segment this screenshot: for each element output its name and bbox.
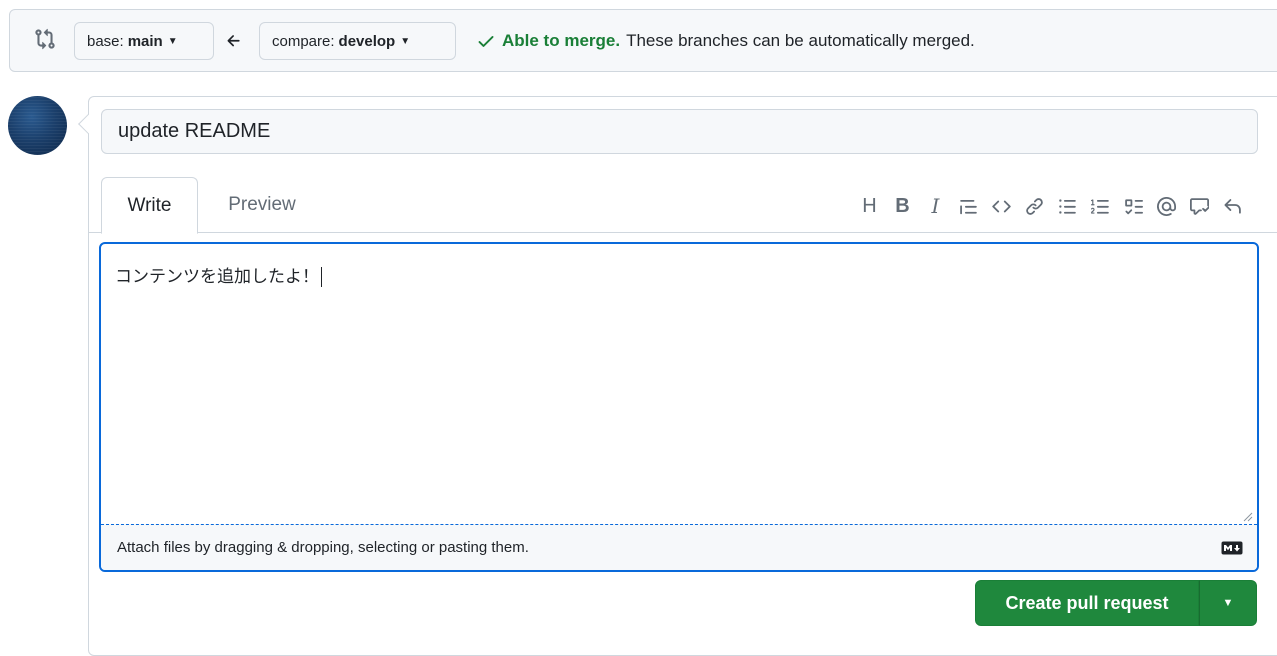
compare-bar: base: main ▼ compare: develop ▼ Able to … — [9, 9, 1277, 72]
quote-icon — [960, 199, 977, 214]
merge-message: These branches can be automatically merg… — [626, 31, 975, 50]
mention-button[interactable] — [1150, 193, 1183, 219]
merge-ok-text: Able to merge. — [502, 31, 621, 50]
undo-button[interactable] — [1216, 193, 1249, 219]
markdown-toolbar: H B I — [853, 193, 1249, 219]
pull-request-form: update README Write Preview H B I コンテンツを… — [78, 96, 1277, 656]
code-button[interactable] — [985, 193, 1018, 219]
heading-button[interactable]: H — [853, 193, 886, 219]
git-compare-icon — [35, 28, 55, 50]
create-pull-request-button[interactable]: Create pull request — [975, 580, 1199, 626]
avatar[interactable] — [8, 96, 67, 155]
base-branch-select[interactable]: base: main ▼ — [74, 22, 214, 60]
caret-down-icon: ▼ — [167, 35, 178, 47]
task-list-button[interactable] — [1117, 193, 1150, 219]
undo-icon — [1224, 198, 1241, 214]
ordered-list-button[interactable] — [1084, 193, 1117, 219]
reference-icon — [1190, 197, 1209, 215]
base-prefix: base: — [87, 32, 124, 50]
arrow-left-icon — [227, 35, 240, 47]
compare-branch-select[interactable]: compare: develop ▼ — [259, 22, 456, 60]
task-list-icon — [1125, 198, 1143, 214]
resize-grip-icon[interactable] — [1241, 510, 1253, 522]
submit-options-button[interactable]: ▼ — [1199, 580, 1257, 626]
file-attachment-bar[interactable]: Attach files by dragging & dropping, sel… — [101, 524, 1257, 570]
bold-button[interactable]: B — [886, 193, 919, 219]
compare-prefix: compare: — [272, 32, 335, 50]
unordered-list-button[interactable] — [1051, 193, 1084, 219]
link-icon — [1026, 197, 1043, 215]
check-icon — [478, 36, 494, 47]
link-button[interactable] — [1018, 193, 1051, 219]
title-input[interactable]: update README — [101, 109, 1258, 154]
merge-status: Able to merge. These branches can be aut… — [476, 31, 975, 51]
ordered-list-icon — [1091, 198, 1109, 214]
comment-body-value: コンテンツを追加したよ！ — [115, 267, 319, 287]
caret-down-icon: ▼ — [400, 35, 411, 47]
tab-write[interactable]: Write — [101, 177, 198, 234]
submit-group: Create pull request ▼ — [975, 580, 1257, 626]
comment-body-text[interactable]: コンテンツを追加したよ！ — [115, 262, 322, 287]
compare-branch-name: develop — [338, 32, 396, 50]
markdown-icon[interactable] — [1221, 541, 1243, 555]
attach-hint: Attach files by dragging & dropping, sel… — [117, 539, 529, 556]
mention-icon — [1157, 196, 1176, 216]
comment-body-editor[interactable]: コンテンツを追加したよ！ Attach files by dragging & … — [99, 242, 1259, 572]
text-cursor — [321, 267, 322, 287]
code-icon — [992, 200, 1011, 212]
italic-button[interactable]: I — [919, 193, 952, 219]
unordered-list-icon — [1059, 198, 1076, 214]
reference-button[interactable] — [1183, 193, 1216, 219]
tab-preview[interactable]: Preview — [207, 177, 317, 233]
editor-tabs: Write Preview H B I — [89, 177, 1277, 234]
caret-down-icon: ▼ — [1222, 597, 1234, 609]
quote-button[interactable] — [952, 193, 985, 219]
comment-pointer — [78, 114, 98, 134]
base-branch-name: main — [127, 32, 163, 50]
